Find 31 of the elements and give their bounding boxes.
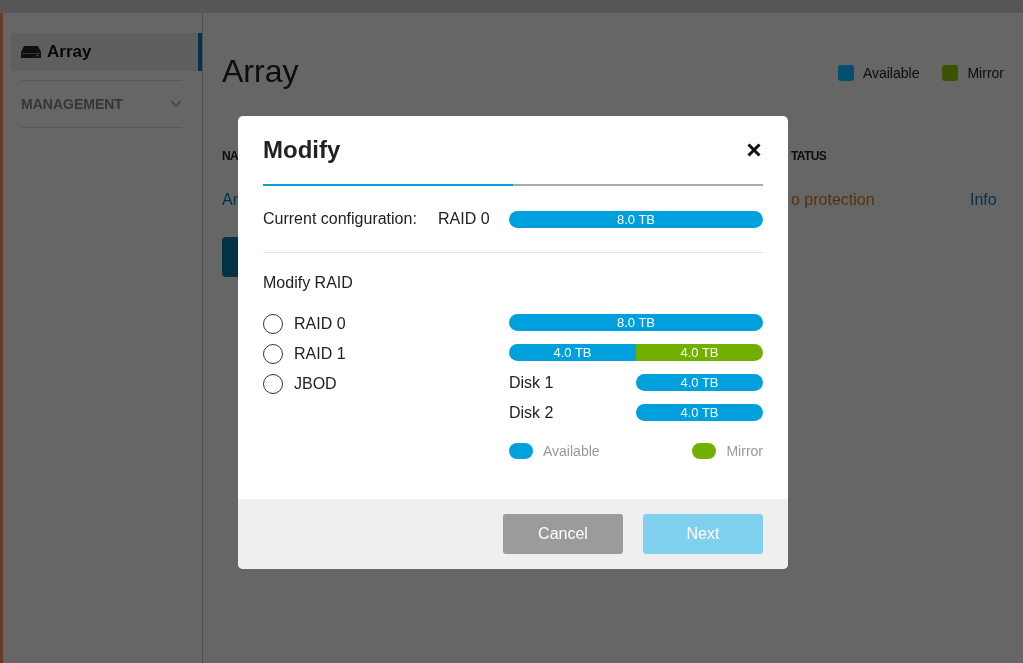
chevron-icon (170, 100, 182, 108)
section-title: Modify RAID (263, 274, 354, 292)
legend-label: Mirror (726, 443, 763, 459)
config-value: RAID 0 (438, 210, 491, 228)
capacity-bar: 4.0 TB (509, 344, 636, 361)
radio-option[interactable]: RAID 0 (263, 314, 509, 334)
column-header: TATUS (791, 149, 827, 163)
capacity-bar: 4.0 TB (636, 344, 763, 361)
capacity-bar: 4.0 TB (636, 404, 763, 421)
legend-label: Available (862, 65, 920, 81)
legend-label: Available (543, 443, 600, 459)
disk-label: Disk 2 (509, 403, 554, 422)
legend-label: Mirror (967, 65, 1004, 81)
page-title: Array (222, 53, 299, 90)
close-icon (747, 143, 761, 157)
config-label: Current configuration: (263, 210, 418, 228)
table-link[interactable]: Info (970, 191, 997, 209)
capacity-bar: 4.0 TB (636, 374, 763, 391)
cancel-button[interactable]: Cancel (503, 514, 623, 554)
column-header: NA (222, 149, 239, 163)
dialog-title: Modify (263, 136, 341, 164)
capacity-bar: 8.0 TB (509, 210, 763, 228)
radio-option[interactable]: RAID 1 (263, 344, 509, 364)
disk-label: Disk 1 (509, 373, 554, 392)
capacity-bar: 8.0 TB (509, 314, 763, 331)
sidebar-item[interactable]: Array (11, 33, 202, 71)
close-button[interactable] (745, 141, 763, 159)
table-cell: o protection (791, 191, 875, 209)
table-link[interactable]: Ar (222, 191, 238, 209)
drive-icon (21, 46, 41, 58)
radio-option[interactable]: JBOD (263, 374, 509, 394)
